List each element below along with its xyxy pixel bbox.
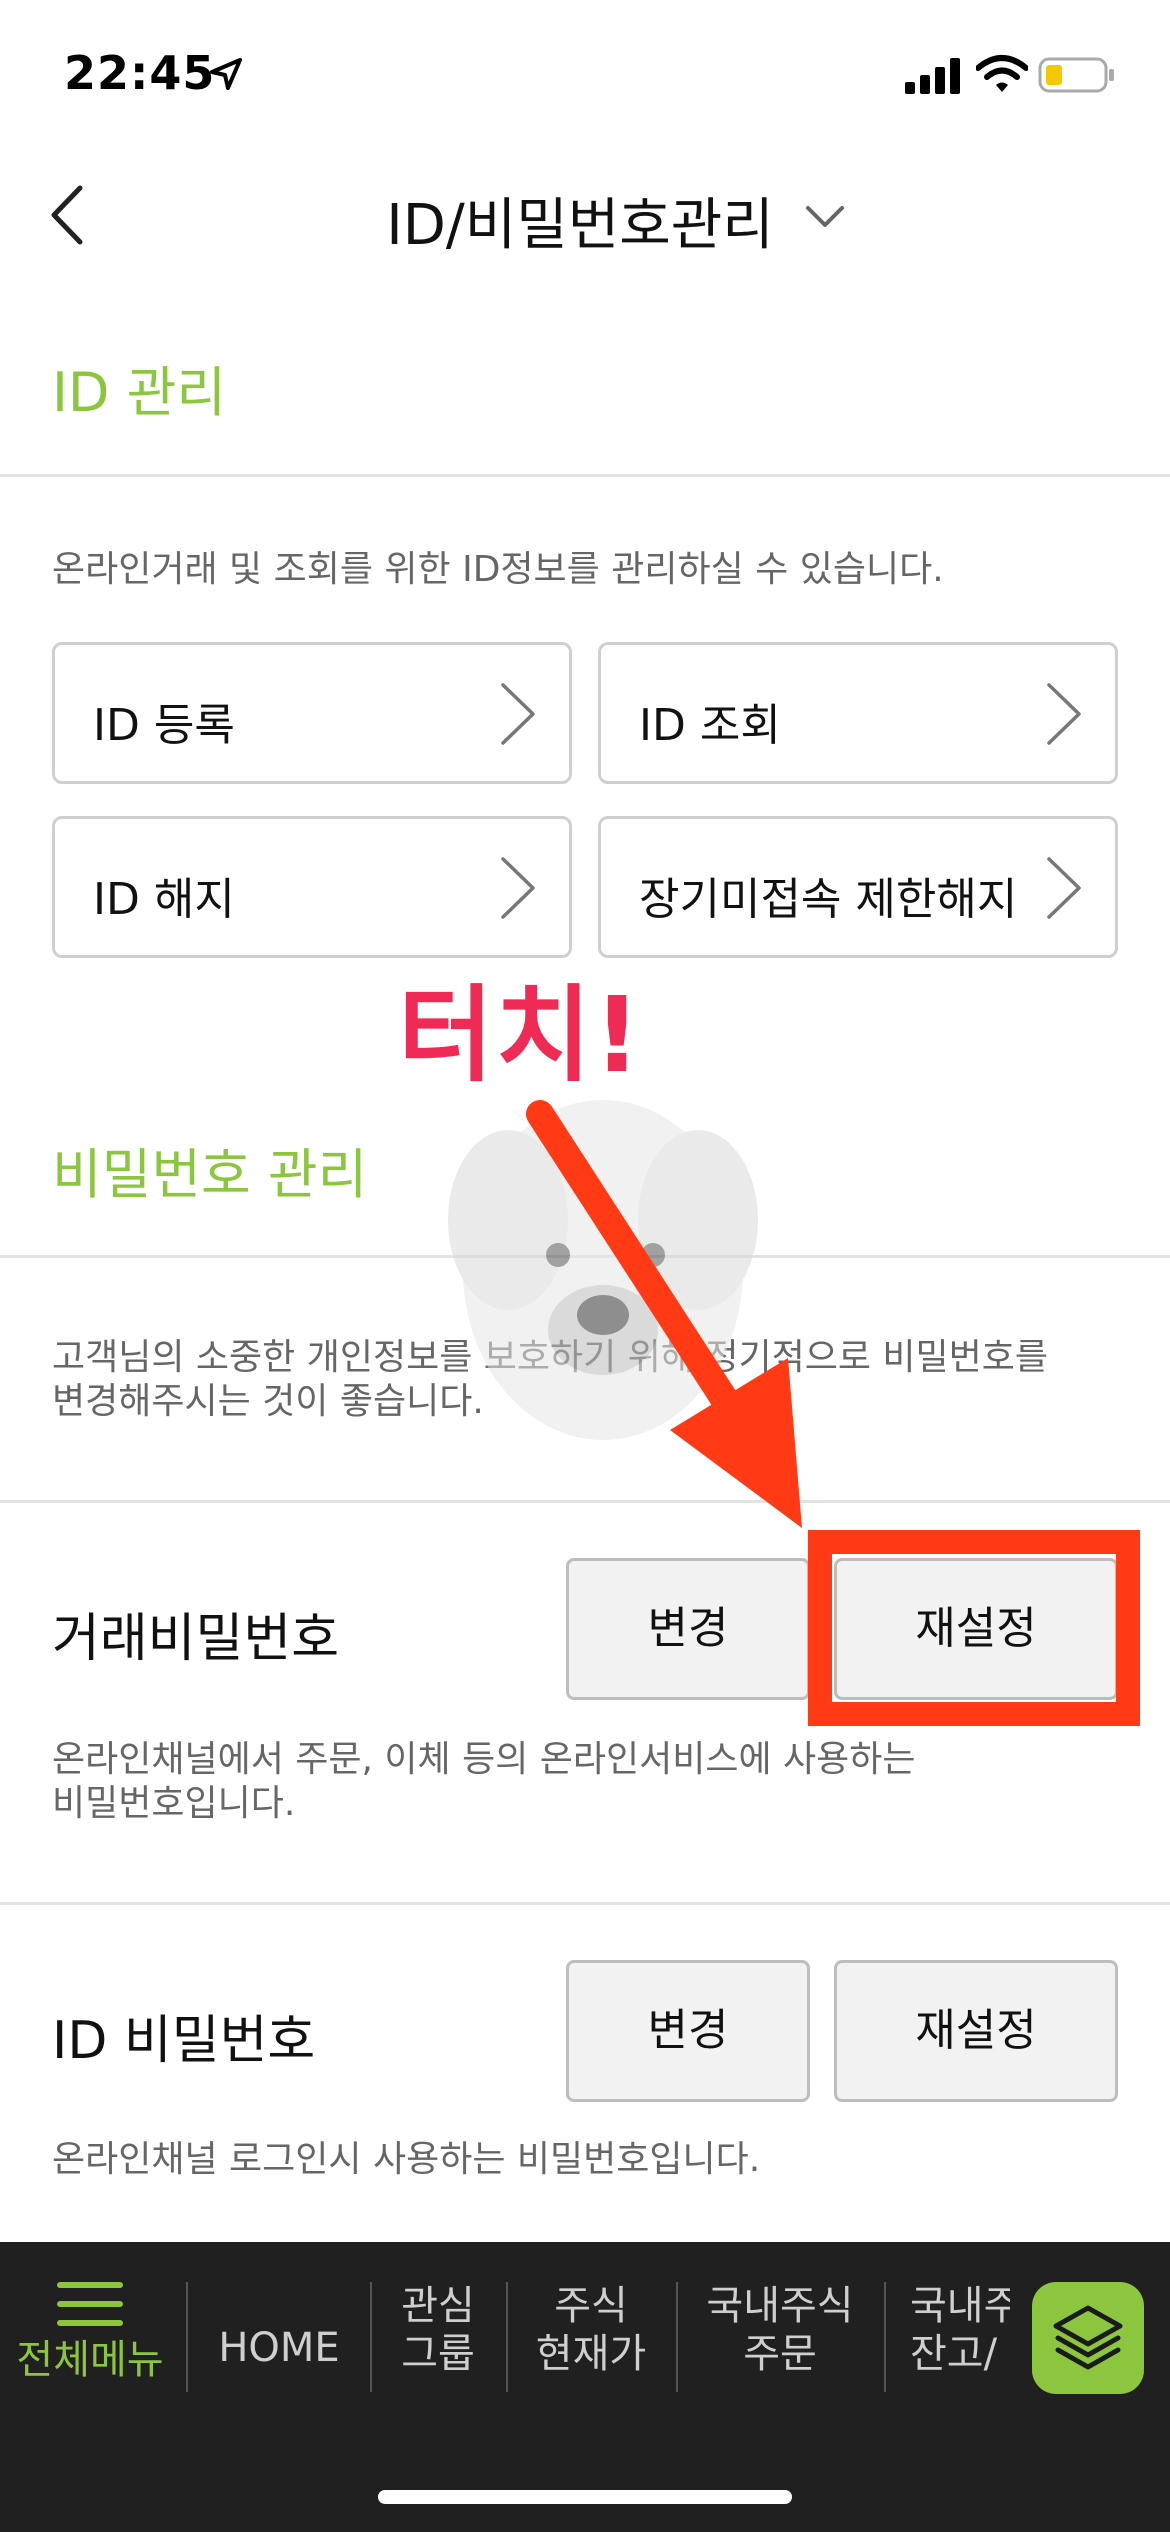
- trade-password-change-button[interactable]: 변경: [566, 1558, 810, 1700]
- trade-password-note-line1: 온라인채널에서 주문, 이체 등의 온라인서비스에 사용하는: [52, 1739, 916, 1780]
- cellular-signal-icon: [905, 58, 960, 94]
- id-password-note: 온라인채널 로그인시 사용하는 비밀번호입니다.: [52, 2139, 761, 2180]
- id-password-label: ID 비밀번호: [52, 2011, 316, 2071]
- tab-domestic-stock-order-line2: 주문: [743, 2331, 817, 2377]
- trade-password-note: 온라인채널에서 주문, 이체 등의 온라인서비스에 사용하는 비밀번호입니다.: [52, 1738, 916, 1826]
- tab-separator: [186, 2282, 188, 2392]
- wifi-icon: [976, 55, 1028, 92]
- tab-stock-price-line2: 현재가: [535, 2331, 647, 2377]
- password-section-title: 비밀번호 관리: [52, 1143, 368, 1206]
- id-cancel-button[interactable]: ID 해지: [52, 816, 572, 958]
- page-title: ID/비밀번호관리: [386, 193, 774, 258]
- layers-icon: [1053, 2305, 1123, 2370]
- tab-all-menu-label: 전체메뉴: [16, 2337, 164, 2383]
- tab-domestic-balance-line2: 잔고/: [910, 2331, 998, 2377]
- divider: [0, 1902, 1170, 1905]
- trade-password-change-label: 변경: [647, 1603, 729, 1654]
- tab-domestic-balance[interactable]: 국내주 잔고/: [890, 2282, 1010, 2414]
- tab-stock-price[interactable]: 주식 현재가: [508, 2282, 674, 2414]
- id-password-reset-button[interactable]: 재설정: [834, 1960, 1118, 2102]
- status-time: 22:45: [64, 46, 216, 100]
- location-arrow-icon: [210, 58, 242, 90]
- id-password-change-label: 변경: [647, 2005, 729, 2056]
- touch-annotation-text: 터치!: [398, 974, 643, 1096]
- divider: [0, 474, 1170, 477]
- tab-home[interactable]: HOME: [190, 2282, 368, 2414]
- id-register-button[interactable]: ID 등록: [52, 642, 572, 784]
- battery-low-icon: [1038, 57, 1114, 93]
- tab-watch-group-line1: 관심: [401, 2283, 475, 2329]
- chevron-right-icon: [501, 683, 535, 745]
- trade-password-reset-button[interactable]: 재설정: [834, 1558, 1118, 1700]
- hamburger-menu-icon: [57, 2282, 123, 2326]
- tab-watch-group-line2: 그룹: [401, 2331, 475, 2377]
- nav-header: ID/비밀번호관리: [0, 150, 1170, 280]
- red-arrow-icon: [526, 1100, 802, 1528]
- id-password-change-button[interactable]: 변경: [566, 1960, 810, 2102]
- id-password-reset-label: 재설정: [915, 2005, 1037, 2056]
- tab-all-menu[interactable]: 전체메뉴: [0, 2282, 180, 2414]
- id-lookup-button[interactable]: ID 조회: [598, 642, 1118, 784]
- trade-password-note-line2: 비밀번호입니다.: [52, 1783, 296, 1824]
- tab-domestic-stock-order-line1: 국내주식: [706, 2283, 854, 2329]
- tab-stock-price-line1: 주식: [554, 2283, 628, 2329]
- chevron-right-icon: [1047, 683, 1081, 745]
- chevron-right-icon: [1047, 857, 1081, 919]
- id-lookup-label: ID 조회: [639, 700, 781, 751]
- inactive-restriction-release-label: 장기미접속 제한해지: [639, 874, 1018, 925]
- tab-watch-group[interactable]: 관심 그룹: [372, 2282, 504, 2414]
- inactive-restriction-release-button[interactable]: 장기미접속 제한해지: [598, 816, 1118, 958]
- home-indicator: [378, 2490, 792, 2504]
- id-register-label: ID 등록: [93, 700, 235, 751]
- trade-password-label: 거래비밀번호: [52, 1609, 340, 1669]
- chevron-down-icon[interactable]: [800, 198, 850, 234]
- id-section-description: 온라인거래 및 조회를 위한 ID정보를 관리하실 수 있습니다.: [52, 549, 944, 590]
- id-section-title: ID 관리: [52, 361, 227, 424]
- tab-home-label: HOME: [218, 2325, 340, 2371]
- trade-password-reset-label: 재설정: [915, 1603, 1037, 1654]
- chevron-right-icon: [501, 857, 535, 919]
- status-bar: 22:45: [0, 0, 1170, 150]
- bottom-tab-bar: 전체메뉴 HOME 관심 그룹 주식 현재가 국내주식 주문 국내주 잔고/: [0, 2242, 1170, 2532]
- tab-domestic-stock-order[interactable]: 국내주식 주문: [678, 2282, 882, 2414]
- tab-separator: [884, 2282, 886, 2392]
- layers-button[interactable]: [1032, 2282, 1144, 2394]
- tab-domestic-balance-line1: 국내주: [910, 2283, 1010, 2329]
- id-cancel-label: ID 해지: [93, 874, 235, 925]
